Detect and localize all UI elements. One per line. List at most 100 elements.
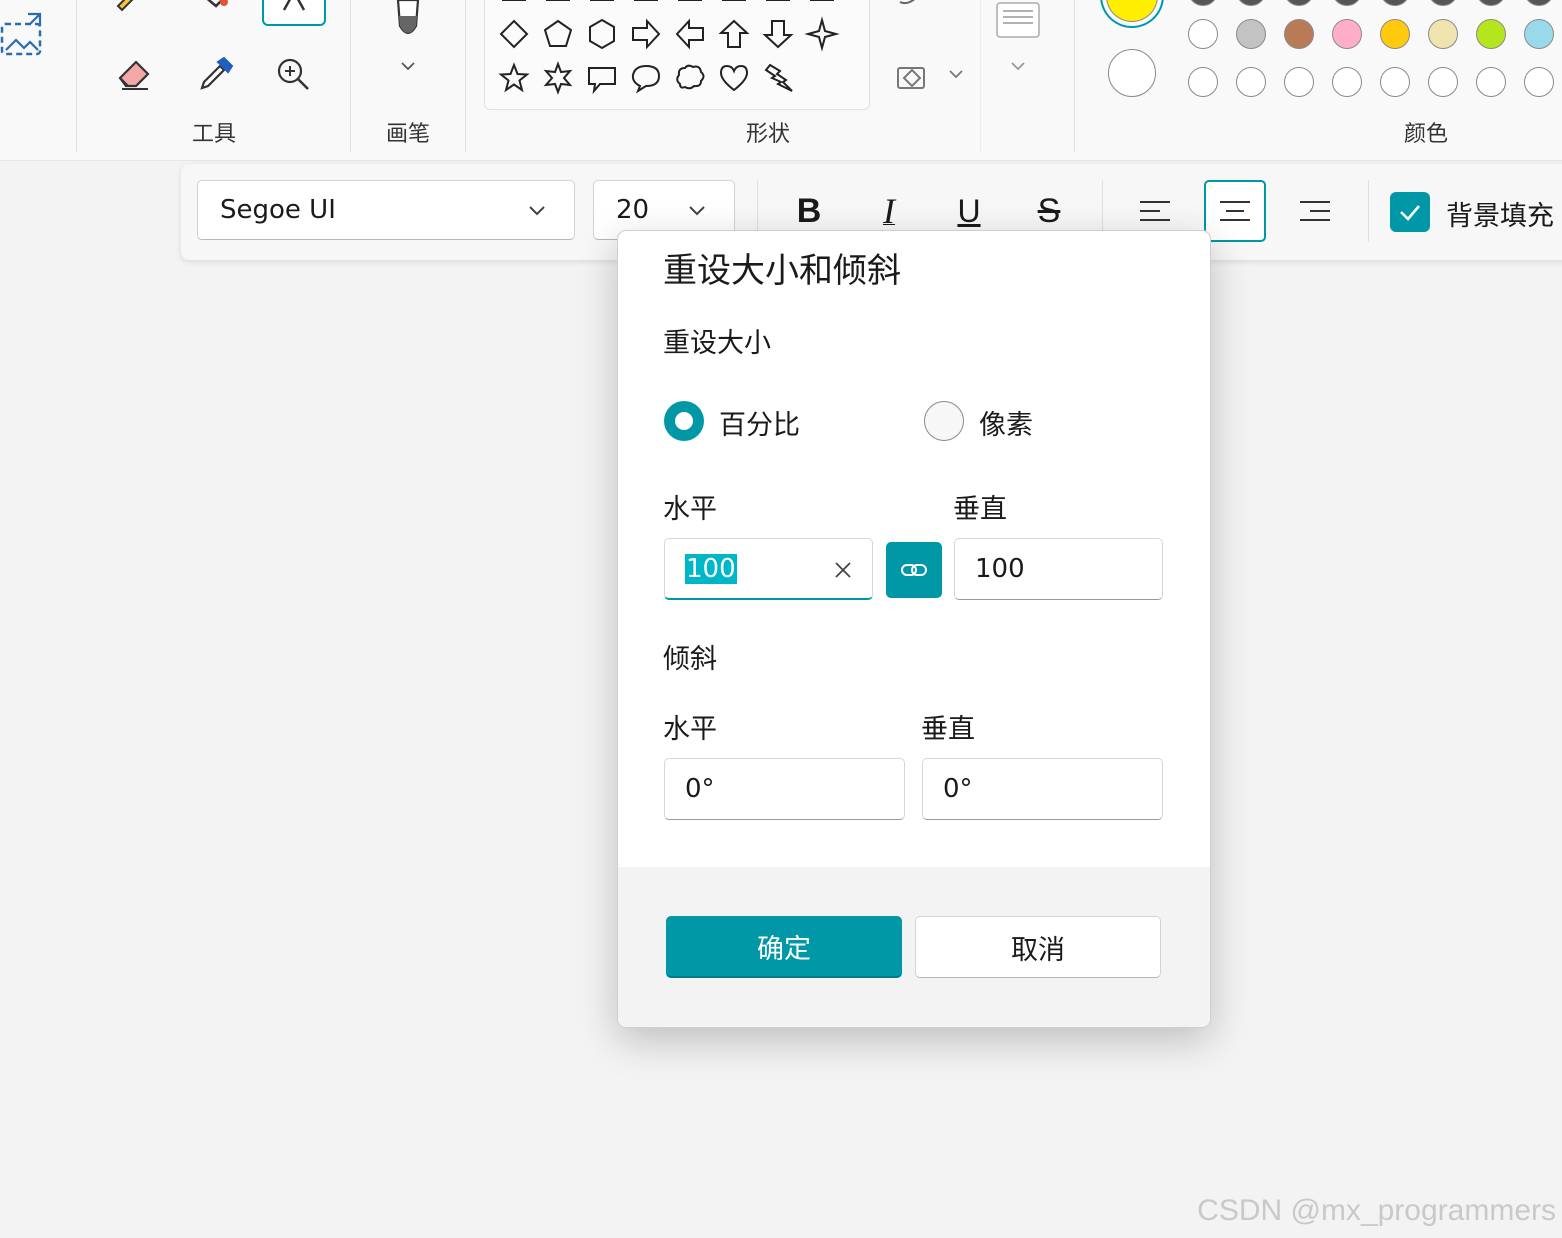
custom-color-swatch[interactable] bbox=[1236, 67, 1266, 97]
skew-section-label: 倾斜 bbox=[663, 644, 717, 675]
resize-vertical-input[interactable]: 100 bbox=[954, 538, 1163, 600]
separator bbox=[76, 0, 77, 152]
radio-pixels[interactable]: 像素 bbox=[923, 399, 1123, 443]
shape-fill-icon[interactable] bbox=[892, 56, 932, 96]
custom-color-swatch[interactable] bbox=[1524, 67, 1554, 97]
shape-icon[interactable] bbox=[716, 0, 752, 8]
align-right-button[interactable] bbox=[1284, 180, 1346, 242]
skew-horizontal-input[interactable]: 0° bbox=[664, 758, 905, 820]
align-center-icon bbox=[1220, 201, 1250, 221]
fill-icon[interactable] bbox=[196, 0, 236, 12]
check-icon bbox=[1400, 205, 1420, 221]
image-resize-icon[interactable] bbox=[0, 10, 44, 58]
six-point-star-shape-icon[interactable] bbox=[540, 60, 576, 96]
color1-swatch[interactable] bbox=[1100, 0, 1164, 28]
custom-color-swatch[interactable] bbox=[1380, 67, 1410, 97]
separator bbox=[1368, 180, 1369, 242]
shape-icon[interactable] bbox=[628, 0, 664, 8]
hexagon-shape-icon[interactable] bbox=[584, 16, 620, 52]
resize-horizontal-input[interactable]: 100 bbox=[664, 538, 873, 600]
custom-color-swatch[interactable] bbox=[1476, 67, 1506, 97]
brush-icon[interactable] bbox=[388, 0, 428, 44]
arrow-up-shape-icon[interactable] bbox=[716, 16, 752, 52]
palette-color-swatch[interactable] bbox=[1380, 0, 1410, 6]
arrow-down-shape-icon[interactable] bbox=[760, 16, 796, 52]
eraser-icon[interactable] bbox=[112, 54, 156, 94]
font-family-value: Segoe UI bbox=[220, 195, 336, 225]
palette-color-swatch[interactable] bbox=[1284, 0, 1314, 6]
palette-color-swatch[interactable] bbox=[1332, 0, 1362, 6]
palette-color-swatch[interactable] bbox=[1284, 19, 1314, 49]
shape-icon[interactable] bbox=[496, 0, 532, 8]
heart-shape-icon[interactable] bbox=[716, 60, 752, 96]
shape-icon[interactable] bbox=[760, 0, 796, 8]
shape-icon[interactable] bbox=[804, 0, 840, 8]
radio-percentage[interactable]: 百分比 bbox=[663, 399, 863, 443]
lock-aspect-ratio-button[interactable] bbox=[886, 542, 942, 598]
arrow-left-shape-icon[interactable] bbox=[672, 16, 708, 52]
palette-color-swatch[interactable] bbox=[1332, 19, 1362, 49]
group-label-colors: 颜色 bbox=[1403, 122, 1448, 147]
palette-color-swatch[interactable] bbox=[1380, 19, 1410, 49]
radio-selected-icon bbox=[664, 401, 704, 441]
shape-outline-icon[interactable] bbox=[890, 0, 930, 12]
color-picker-icon[interactable] bbox=[192, 54, 236, 94]
cancel-button[interactable]: 取消 bbox=[915, 916, 1161, 978]
dialog-footer: 确定 取消 bbox=[618, 867, 1210, 1027]
chevron-down-icon bbox=[529, 206, 545, 216]
pencil-icon[interactable] bbox=[108, 0, 148, 12]
callout-rect-shape-icon[interactable] bbox=[584, 60, 620, 96]
four-point-star-shape-icon[interactable] bbox=[804, 16, 840, 52]
callout-oval-shape-icon[interactable] bbox=[628, 60, 664, 96]
palette-color-swatch[interactable] bbox=[1476, 19, 1506, 49]
callout-cloud-shape-icon[interactable] bbox=[672, 60, 708, 96]
separator bbox=[1074, 0, 1075, 152]
palette-color-swatch[interactable] bbox=[1236, 19, 1266, 49]
watermark: CSDN @mx_programmers bbox=[1197, 1194, 1556, 1227]
resize-vertical-value: 100 bbox=[975, 554, 1025, 584]
palette-color-swatch[interactable] bbox=[1476, 0, 1506, 6]
align-left-icon bbox=[1140, 201, 1170, 221]
resize-horizontal-label: 水平 bbox=[663, 494, 717, 525]
align-center-button[interactable] bbox=[1204, 180, 1266, 242]
custom-color-swatch[interactable] bbox=[1428, 67, 1458, 97]
five-point-star-shape-icon[interactable] bbox=[496, 60, 532, 96]
pentagon-shape-icon[interactable] bbox=[540, 16, 576, 52]
cancel-button-label: 取消 bbox=[1011, 934, 1065, 966]
background-fill-label: 背景填充 bbox=[1446, 201, 1554, 232]
size-icon[interactable] bbox=[994, 0, 1042, 40]
clear-icon[interactable] bbox=[834, 561, 852, 579]
skew-horizontal-value: 0° bbox=[685, 774, 715, 804]
ok-button[interactable]: 确定 bbox=[666, 916, 902, 978]
custom-color-swatch[interactable] bbox=[1284, 67, 1314, 97]
size-dropdown-chevron-icon[interactable] bbox=[1006, 56, 1030, 76]
resize-section-label: 重设大小 bbox=[663, 328, 771, 359]
brush-dropdown-chevron-icon[interactable] bbox=[396, 56, 420, 76]
separator bbox=[350, 0, 351, 152]
palette-color-swatch[interactable] bbox=[1524, 0, 1554, 6]
shape-icon[interactable] bbox=[540, 0, 576, 8]
color2-swatch[interactable] bbox=[1108, 49, 1156, 97]
arrow-right-shape-icon[interactable] bbox=[628, 16, 664, 52]
text-icon[interactable] bbox=[262, 0, 326, 26]
font-family-dropdown[interactable]: Segoe UI bbox=[197, 180, 575, 240]
magnifier-icon[interactable] bbox=[272, 54, 316, 94]
skew-vertical-input[interactable]: 0° bbox=[922, 758, 1163, 820]
palette-color-swatch[interactable] bbox=[1188, 19, 1218, 49]
background-fill-checkbox[interactable] bbox=[1390, 192, 1430, 232]
resize-skew-dialog: 重设大小和倾斜 重设大小 百分比 像素 水平 垂直 100 100 倾斜 水平 … bbox=[617, 230, 1211, 1028]
shape-icon[interactable] bbox=[672, 0, 708, 8]
custom-color-swatch[interactable] bbox=[1332, 67, 1362, 97]
palette-color-swatch[interactable] bbox=[1428, 19, 1458, 49]
shape-icon[interactable] bbox=[584, 0, 620, 8]
align-right-icon bbox=[1300, 201, 1330, 221]
palette-color-swatch[interactable] bbox=[1524, 19, 1554, 49]
palette-color-swatch[interactable] bbox=[1188, 0, 1218, 6]
lightning-shape-icon[interactable] bbox=[760, 60, 796, 96]
dialog-title: 重设大小和倾斜 bbox=[663, 251, 901, 291]
diamond-shape-icon[interactable] bbox=[496, 16, 532, 52]
palette-color-swatch[interactable] bbox=[1236, 0, 1266, 6]
palette-color-swatch[interactable] bbox=[1428, 0, 1458, 6]
shape-fill-dropdown-chevron-icon[interactable] bbox=[944, 64, 968, 84]
custom-color-swatch[interactable] bbox=[1188, 67, 1218, 97]
